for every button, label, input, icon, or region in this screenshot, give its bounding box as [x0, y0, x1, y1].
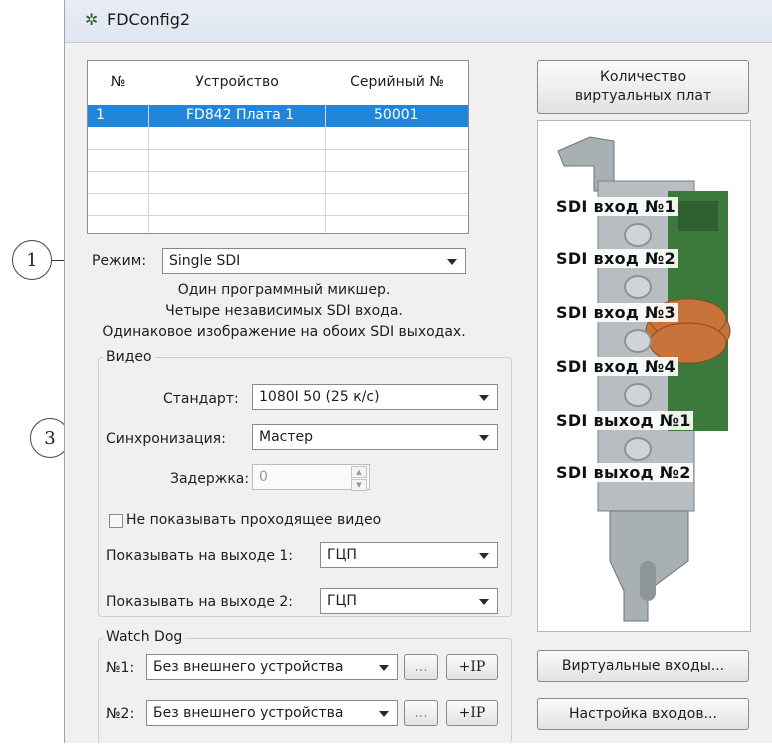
mode-desc-line2: Четыре независимых SDI входа. — [165, 303, 403, 319]
row-device: FD842 Плата 1 — [186, 107, 295, 123]
connector-icon — [624, 383, 652, 407]
delay-stepper[interactable]: ▲ ▼ — [351, 466, 367, 491]
row-serial: 50001 — [374, 107, 419, 123]
standard-select[interactable]: 1080I 50 (25 к/с) — [252, 384, 498, 410]
table-row[interactable]: 1 FD842 Плата 1 50001 — [88, 105, 468, 127]
chevron-down-icon — [479, 553, 489, 559]
sync-label: Синхронизация: — [106, 431, 226, 447]
connector-icon — [624, 329, 652, 353]
row-divider — [88, 149, 468, 150]
watchdog1-browse-button[interactable]: ... — [404, 654, 438, 680]
output2-value: ГЦП — [327, 593, 357, 609]
mode-label: Режим: — [92, 253, 147, 269]
watchdog1-label: №1: — [106, 660, 135, 676]
app-tools-icon: ✲ — [85, 10, 99, 29]
chevron-down-icon — [479, 599, 489, 605]
chevron-down-icon — [479, 395, 489, 401]
watchdog2-select[interactable]: Без внешнего устройства — [146, 700, 398, 726]
card-label-sdi-in-3: SDI вход №3 — [554, 303, 678, 322]
card-label-sdi-in-1: SDI вход №1 — [554, 197, 678, 216]
card-image-panel: SDI вход №1 SDI вход №2 SDI вход №3 SDI … — [537, 120, 751, 632]
card-label-sdi-out-2: SDI выход №2 — [554, 463, 693, 482]
card-label-sdi-in-2: SDI вход №2 — [554, 249, 678, 268]
watchdog1-add-ip-button[interactable]: +IP — [446, 654, 498, 680]
mode-desc-line1: Один программный микшер. — [177, 282, 391, 298]
mode-value: Single SDI — [169, 253, 241, 269]
connector-icon — [624, 275, 652, 299]
output2-select[interactable]: ГЦП — [320, 588, 498, 614]
delay-label: Задержка: — [170, 471, 250, 487]
output1-value: ГЦП — [327, 547, 357, 563]
col-divider — [148, 105, 149, 233]
col-header-number[interactable]: № — [88, 61, 148, 103]
output1-label: Показывать на выходе 1: — [106, 548, 294, 564]
row-divider — [88, 215, 468, 216]
watchdog2-browse-button[interactable]: ... — [404, 700, 438, 726]
sync-value: Мастер — [259, 429, 314, 445]
connector-icon — [624, 437, 652, 461]
callout-1: 1 — [12, 240, 52, 280]
virtual-boards-count-line1: Количество — [599, 69, 687, 85]
output1-select[interactable]: ГЦП — [320, 542, 498, 568]
delay-spinner[interactable]: 0 ▲ ▼ — [252, 464, 370, 491]
card-label-sdi-out-1: SDI выход №1 — [554, 411, 693, 430]
col-divider — [325, 105, 326, 233]
connector-icon — [624, 223, 652, 247]
virtual-inputs-button[interactable]: Виртуальные входы... — [537, 650, 749, 682]
device-table[interactable]: № Устройство Серийный № 1 FD842 Плата 1 … — [87, 60, 469, 234]
watchdog-group-title: Watch Dog — [103, 629, 186, 645]
card-label-sdi-in-4: SDI вход №4 — [554, 357, 678, 376]
watchdog1-value: Без внешнего устройства — [153, 659, 344, 675]
standard-label: Стандарт: — [163, 391, 239, 407]
chevron-down-icon — [447, 259, 457, 265]
watchdog2-label: №2: — [106, 706, 135, 722]
standard-value: 1080I 50 (25 к/с) — [259, 389, 380, 405]
watchdog2-add-ip-button[interactable]: +IP — [446, 700, 498, 726]
window-title: FDConfig2 — [107, 10, 191, 29]
video-group-title: Видео — [103, 349, 155, 365]
output2-label: Показывать на выходе 2: — [106, 594, 294, 610]
arrow-up-icon[interactable]: ▲ — [351, 466, 367, 478]
hide-passthrough-checkbox[interactable] — [109, 514, 123, 528]
arrow-down-icon[interactable]: ▼ — [351, 479, 367, 491]
hide-passthrough-label[interactable]: Не показывать проходящее видео — [126, 512, 381, 528]
col-header-device[interactable]: Устройство — [149, 61, 325, 103]
row-divider — [88, 171, 468, 172]
input-settings-button[interactable]: Настройка входов... — [537, 698, 749, 730]
title-bar: ✲ FDConfig2 — [65, 0, 772, 43]
row-number: 1 — [96, 107, 105, 123]
watchdog2-value: Без внешнего устройства — [153, 705, 344, 721]
row-divider — [88, 193, 468, 194]
col-header-serial[interactable]: Серийный № — [326, 61, 468, 103]
chevron-down-icon — [479, 435, 489, 441]
chevron-down-icon — [379, 665, 389, 671]
chevron-down-icon — [379, 711, 389, 717]
sync-select[interactable]: Мастер — [252, 424, 498, 450]
watchdog1-select[interactable]: Без внешнего устройства — [146, 654, 398, 680]
virtual-boards-count-line2: виртуальных плат — [574, 88, 712, 104]
delay-value: 0 — [259, 469, 268, 485]
virtual-boards-count-button[interactable]: Количество виртуальных плат — [537, 60, 749, 114]
mode-desc-line3: Одинаковое изображение на обоих SDI выхо… — [102, 324, 466, 340]
mode-select[interactable]: Single SDI — [162, 248, 466, 274]
